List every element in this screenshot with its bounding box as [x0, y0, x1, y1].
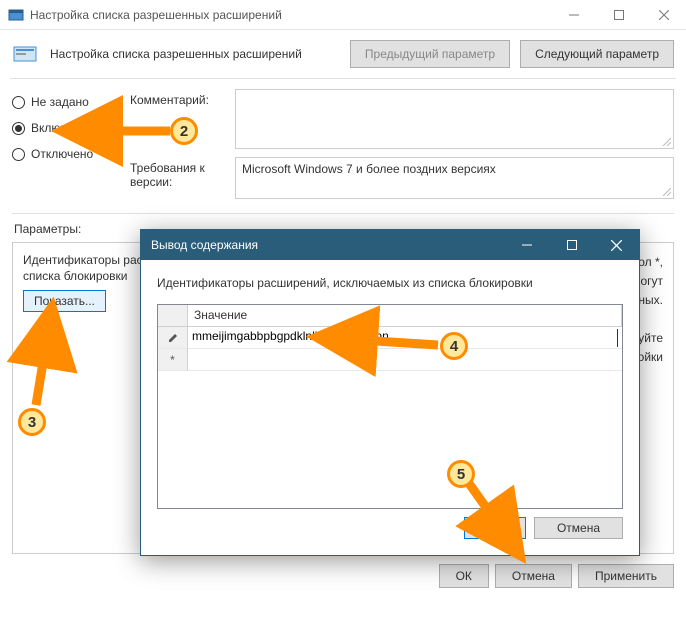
window-titlebar: Настройка списка разрешенных расширений: [0, 0, 686, 30]
window-title: Настройка списка разрешенных расширений: [30, 8, 551, 22]
radio-icon: [12, 148, 25, 161]
radio-icon: [12, 96, 25, 109]
header-row: Настройка списка разрешенных расширений …: [0, 30, 686, 78]
dialog-close-button[interactable]: [594, 230, 639, 260]
app-icon: [8, 7, 24, 23]
ok-button[interactable]: ОК: [439, 564, 489, 588]
close-button[interactable]: [641, 0, 686, 30]
requirement-box: Microsoft Windows 7 и более поздних верс…: [235, 157, 674, 199]
radio-not-configured[interactable]: Не задано: [12, 89, 122, 115]
dialog-cancel-button[interactable]: Отмена: [534, 517, 623, 539]
show-contents-dialog: Вывод содержания Идентификаторы расширен…: [140, 229, 640, 556]
policy-icon: [12, 43, 40, 65]
requirement-text: Microsoft Windows 7 и более поздних верс…: [242, 162, 496, 176]
comment-label: Комментарий:: [130, 89, 225, 149]
show-button[interactable]: Показать...: [23, 290, 106, 312]
cancel-button[interactable]: Отмена: [495, 564, 572, 588]
grid-cell[interactable]: mmeijimgabbpbgpdklnllpncmdofkcpn: [188, 327, 622, 349]
prev-setting-button[interactable]: Предыдущий параметр: [350, 40, 510, 68]
grid-cell-value[interactable]: mmeijimgabbpbgpdklnllpncmdofkcpn: [192, 329, 618, 347]
apply-button[interactable]: Применить: [578, 564, 674, 588]
dialog-ok-button[interactable]: ОК: [464, 517, 526, 539]
requirement-label: Требования к версии:: [130, 157, 225, 199]
grid-corner: [158, 305, 188, 327]
dialog-label: Идентификаторы расширений, исключаемых и…: [157, 276, 623, 290]
grid-cell[interactable]: [188, 349, 622, 371]
resize-handle-icon: [661, 186, 671, 196]
grid-row-header: *: [158, 349, 188, 371]
dialog-title: Вывод содержания: [151, 238, 504, 252]
grid-row-new[interactable]: *: [158, 349, 622, 371]
dialog-minimize-button[interactable]: [504, 230, 549, 260]
grid-col-header[interactable]: Значение: [188, 305, 622, 327]
value-grid[interactable]: Значение mmeijimgabbpbgpdklnllpncmdofkcp…: [157, 304, 623, 509]
edit-row-icon: [168, 333, 178, 343]
dialog-maximize-button[interactable]: [549, 230, 594, 260]
radio-label: Не задано: [31, 95, 89, 109]
minimize-button[interactable]: [551, 0, 596, 30]
radio-label: Включено: [31, 121, 86, 135]
main-footer: ОК Отмена Применить: [0, 554, 686, 598]
state-radios: Не задано Включено Отключено: [12, 89, 122, 207]
resize-handle-icon: [661, 136, 671, 146]
comment-textarea[interactable]: [235, 89, 674, 149]
divider: [12, 213, 674, 214]
radio-enabled[interactable]: Включено: [12, 115, 122, 141]
header-title: Настройка списка разрешенных расширений: [50, 47, 340, 61]
radio-label: Отключено: [31, 147, 93, 161]
grid-row[interactable]: mmeijimgabbpbgpdklnllpncmdofkcpn: [158, 327, 622, 349]
maximize-button[interactable]: [596, 0, 641, 30]
dialog-titlebar: Вывод содержания: [141, 230, 639, 260]
grid-row-header: [158, 327, 188, 349]
next-setting-button[interactable]: Следующий параметр: [520, 40, 674, 68]
radio-disabled[interactable]: Отключено: [12, 141, 122, 167]
radio-icon: [12, 122, 25, 135]
